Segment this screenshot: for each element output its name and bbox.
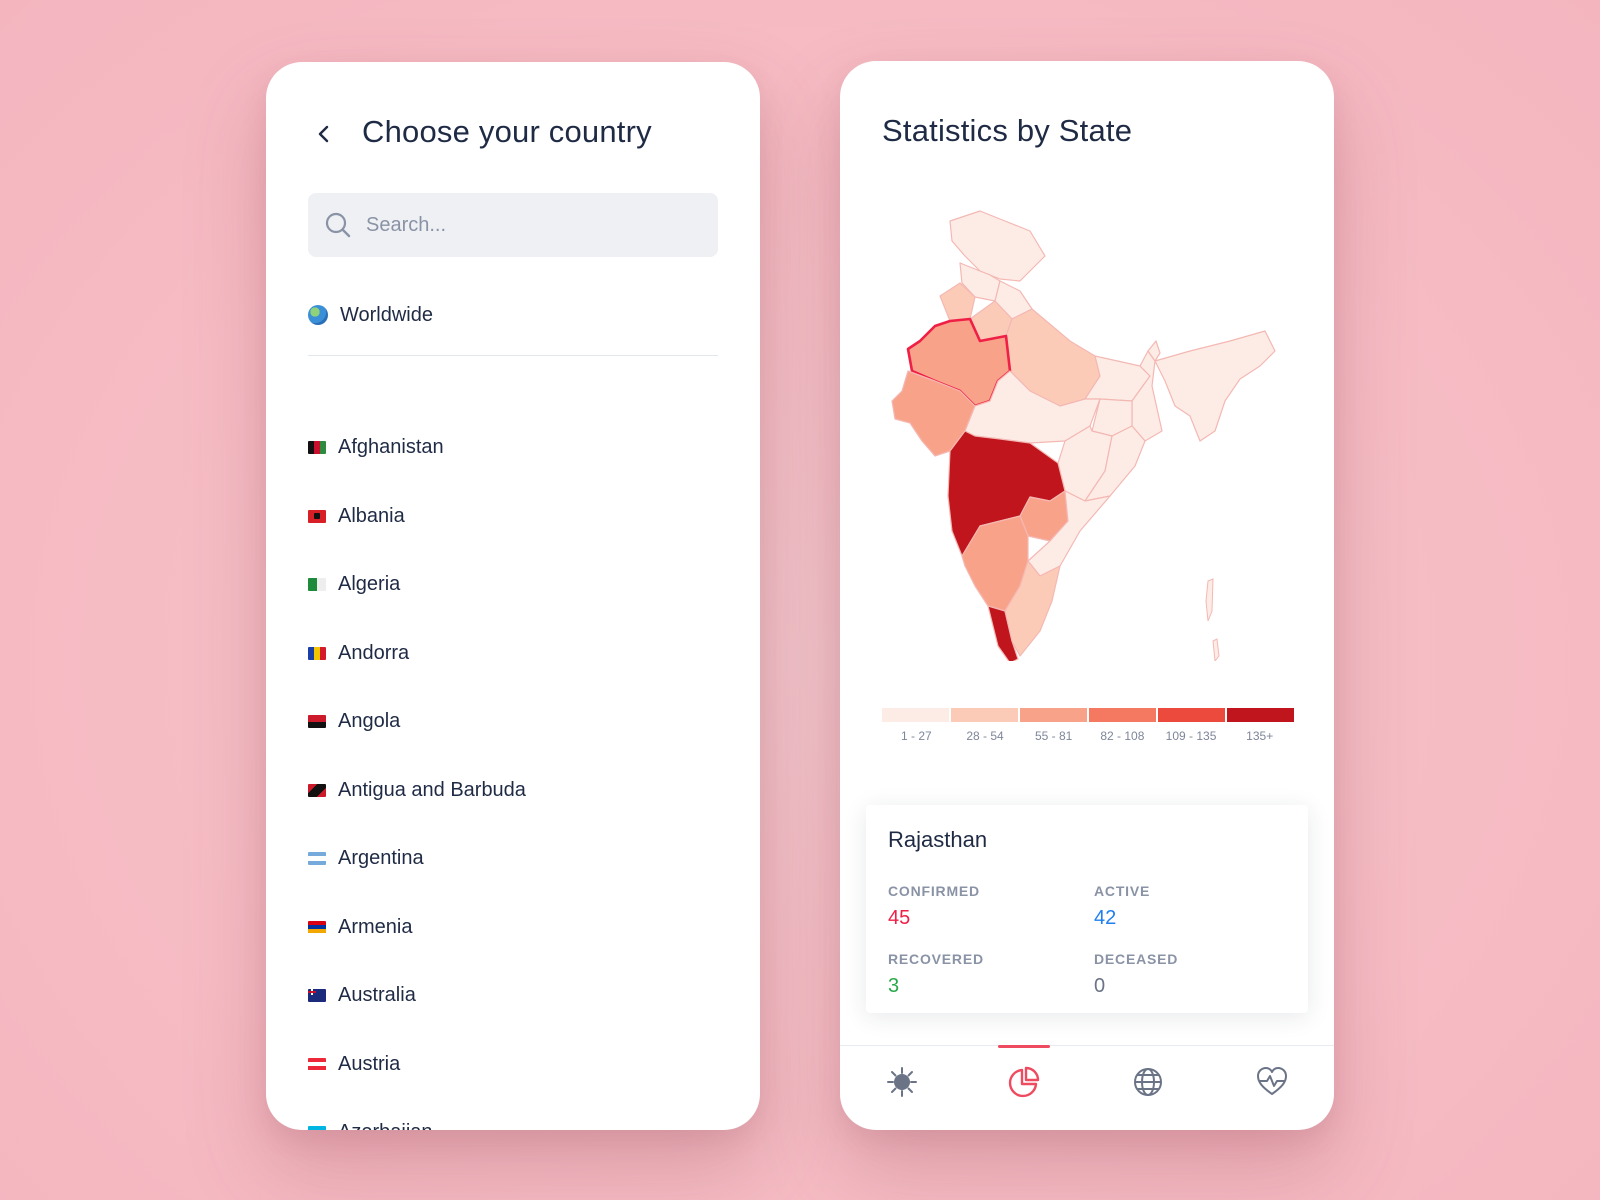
stat-value: 45 (888, 907, 911, 929)
flag-australia-icon (308, 989, 326, 1002)
active-tab-indicator (998, 1045, 1050, 1048)
country-label: Algeria (338, 573, 401, 595)
country-label: Azerbaijan (338, 1121, 433, 1130)
legend-range-label: 82 - 108 (1100, 729, 1145, 743)
divider (308, 355, 718, 356)
list-item[interactable]: Angola (308, 710, 526, 779)
andaman-islands (1205, 578, 1214, 622)
stat-active: ACTIVE 42 (1094, 883, 1150, 930)
nicobar-islands (1212, 638, 1220, 661)
search-icon (325, 212, 351, 238)
tab-health[interactable] (1254, 1064, 1290, 1100)
legend-swatch (1089, 708, 1156, 722)
country-label: Argentina (338, 847, 424, 869)
flag-argentina-icon (308, 852, 326, 865)
country-label: Afghanistan (338, 436, 444, 458)
tab-virus[interactable] (884, 1064, 920, 1100)
country-label: Austria (338, 1052, 401, 1075)
state-name: Rajasthan (888, 827, 988, 852)
tab-global[interactable] (1130, 1064, 1166, 1100)
search-input[interactable] (364, 212, 698, 238)
flag-albania-icon (308, 509, 326, 523)
state-stats-card: Rajasthan CONFIRMED 45 ACTIVE 42 RECOVER… (866, 805, 1308, 1013)
state-statistics-screen: Statistics by State 1 - 27 28 - 54 55 - … (840, 61, 1334, 1130)
list-item[interactable]: Argentina (308, 847, 526, 916)
legend-range-labels: 1 - 27 28 - 54 55 - 81 82 - 108 109 - 135 135… (882, 729, 1294, 743)
list-item[interactable]: Antigua and Barbuda (308, 779, 526, 848)
country-list: Afghanistan Albania Algeria Andorra Ango… (308, 436, 526, 1130)
stat-value: 42 (1094, 907, 1117, 929)
list-item[interactable]: Austria (308, 1053, 526, 1122)
flag-azerbaijan-icon (308, 1126, 326, 1130)
back-button[interactable] (310, 120, 338, 148)
legend-swatch (882, 708, 949, 722)
country-label: Andorra (338, 641, 410, 664)
stat-label: RECOVERED (888, 951, 984, 967)
flag-austria-icon (308, 1057, 326, 1071)
india-choropleth-map (891, 210, 1276, 661)
country-label: Australia (338, 984, 416, 1006)
list-item[interactable]: Azerbaijan (308, 1121, 526, 1130)
country-label: Albania (338, 504, 405, 527)
stat-label: ACTIVE (1094, 883, 1151, 899)
stat-deceased: DECEASED 0 (1094, 951, 1178, 998)
list-item-worldwide[interactable]: Worldwide (308, 299, 433, 331)
heart-pulse-icon (1257, 1067, 1287, 1095)
legend-range-label: 28 - 54 (966, 729, 1004, 743)
legend-swatch (1020, 708, 1087, 722)
chevron-left-icon (318, 125, 329, 143)
bottom-tab-bar (840, 1045, 1334, 1130)
stat-label: DECEASED (1094, 951, 1179, 967)
flag-andorra-icon (308, 646, 326, 660)
legend-swatch (951, 708, 1018, 722)
flag-antigua-and-barbuda-icon (308, 783, 326, 797)
legend-color-scale (882, 708, 1294, 722)
state-northeast[interactable] (1154, 330, 1276, 442)
globe-icon (1134, 1068, 1162, 1096)
list-item[interactable]: Australia (308, 984, 526, 1053)
stat-label: CONFIRMED (888, 883, 980, 899)
stat-value: 0 (1094, 975, 1106, 997)
country-label: Antigua and Barbuda (338, 778, 526, 801)
list-item[interactable]: Algeria (308, 573, 526, 642)
flag-armenia-icon (308, 920, 326, 934)
flag-afghanistan-icon (308, 441, 326, 454)
list-item[interactable]: Armenia (308, 916, 526, 985)
virus-icon (887, 1067, 917, 1097)
country-picker-screen: Choose your country Worldwide Afghanista… (266, 62, 760, 1130)
legend-swatch (1158, 708, 1225, 722)
page-title: Choose your country (362, 114, 652, 149)
legend-range-label: 55 - 81 (1035, 729, 1073, 743)
flag-angola-icon (308, 715, 326, 728)
stat-confirmed: CONFIRMED 45 (888, 883, 980, 930)
legend-range-label: 1 - 27 (900, 729, 932, 743)
country-label: Armenia (338, 915, 413, 938)
legend-range-label: 135+ (1246, 729, 1274, 743)
legend-swatch (1227, 708, 1294, 722)
pie-chart-icon (1008, 1066, 1040, 1098)
legend-range-label: 109 - 135 (1165, 729, 1217, 743)
country-label: Angola (338, 710, 401, 732)
list-item[interactable]: Andorra (308, 642, 526, 711)
flag-algeria-icon (308, 578, 326, 591)
list-item[interactable]: Albania (308, 505, 526, 574)
map-legend: 1 - 27 28 - 54 55 - 81 82 - 108 109 - 135 135… (882, 708, 1294, 743)
worldwide-label: Worldwide (340, 304, 433, 326)
search-bar[interactable] (308, 193, 718, 257)
tab-statistics[interactable] (1006, 1064, 1042, 1100)
stat-recovered: RECOVERED 3 (888, 951, 984, 998)
globe-emoji-icon (308, 305, 328, 325)
stat-value: 3 (888, 975, 900, 997)
list-item[interactable]: Afghanistan (308, 436, 526, 505)
page-title: Statistics by State (882, 113, 1133, 148)
